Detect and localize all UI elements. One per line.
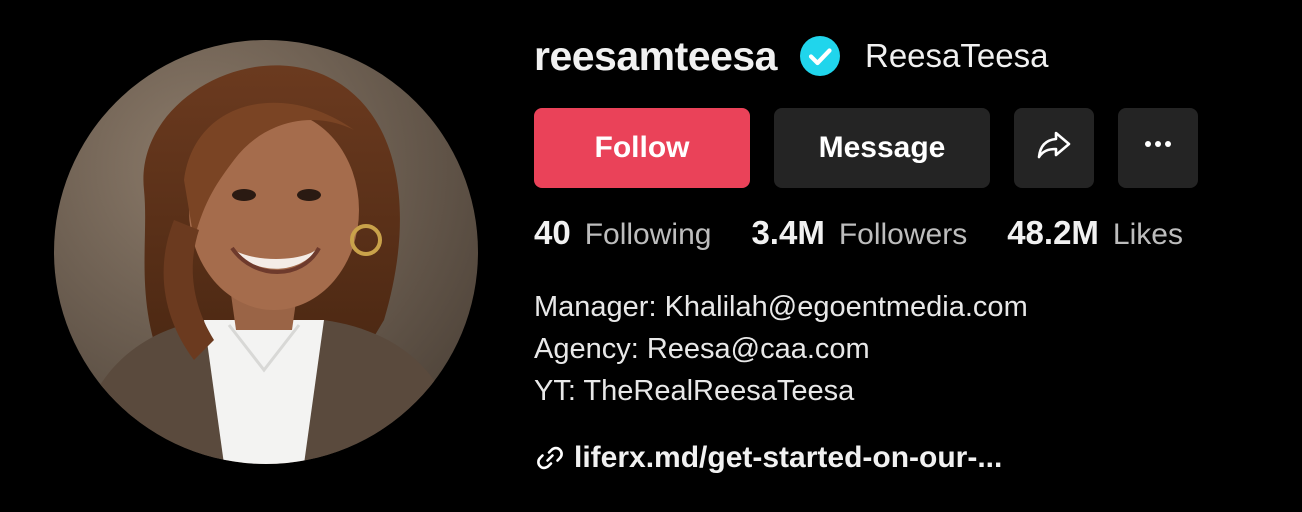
avatar-photo [54,40,478,464]
bio-line: Agency: Reesa@caa.com [534,333,870,365]
more-options-button[interactable] [1118,108,1198,188]
followers-count: 3.4M [751,214,825,251]
bio-line: YT: TheRealReesaTeesa [534,375,855,407]
profile-name-row: reesamteesa ReesaTeesa [534,30,1048,82]
likes-count: 48.2M [1007,214,1099,251]
nickname: ReesaTeesa [864,37,1049,74]
stat-likes: 48.2M Likes [1007,214,1183,252]
profile-bio: Manager: Khalilah@egoentmedia.com Agency… [534,286,1028,412]
stat-followers[interactable]: 3.4M Followers [751,214,967,252]
message-button-label: Message [818,131,946,164]
follow-button[interactable]: Follow [534,108,750,188]
bio-line: Manager: Khalilah@egoentmedia.com [534,291,1028,323]
following-label: Following [584,218,712,251]
profile-link[interactable]: liferx.md/get-started-on-our-... [534,436,1002,480]
profile-avatar [54,40,478,464]
verified-badge-icon [799,35,841,77]
link-icon [534,442,566,474]
follow-button-label: Follow [594,131,690,164]
username: reesamteesa [534,32,777,79]
profile-stats: 40 Following 3.4M Followers 48.2M Likes [534,214,1183,260]
followers-label: Followers [838,218,968,251]
likes-label: Likes [1112,218,1183,251]
message-button[interactable]: Message [774,108,990,188]
share-icon [1034,124,1074,172]
link-text: liferx.md/get-started-on-our-... [574,441,1003,474]
following-count: 40 [534,214,571,251]
share-button[interactable] [1014,108,1094,188]
more-icon [1138,124,1178,172]
stat-following[interactable]: 40 Following [534,214,711,252]
